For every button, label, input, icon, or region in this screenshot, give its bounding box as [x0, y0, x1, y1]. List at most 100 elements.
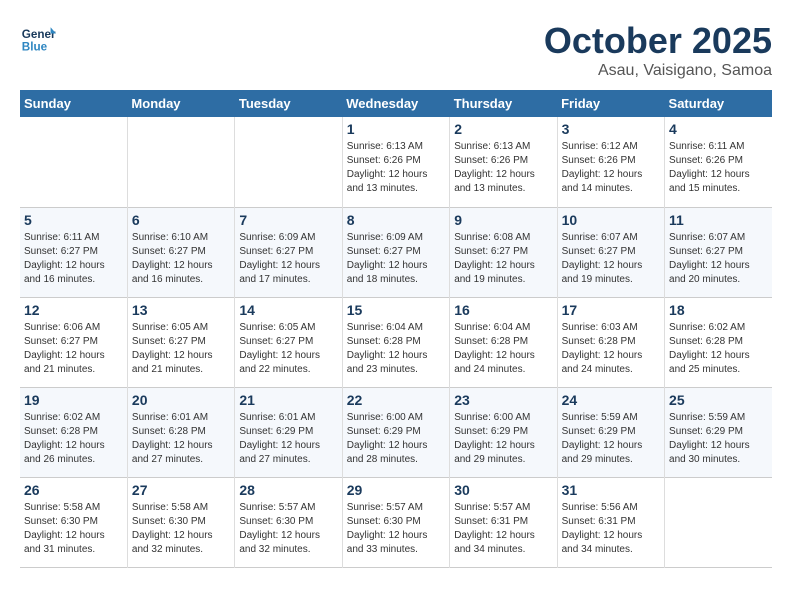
day-info: Sunrise: 6:11 AM Sunset: 6:26 PM Dayligh…	[669, 140, 768, 196]
day-cell: 10 Sunrise: 6:07 AM Sunset: 6:27 PM Dayli…	[557, 207, 664, 297]
day-info: Sunrise: 6:12 AM Sunset: 6:26 PM Dayligh…	[562, 140, 660, 196]
weekday-header-tuesday: Tuesday	[235, 90, 342, 117]
day-info: Sunrise: 6:09 AM Sunset: 6:27 PM Dayligh…	[347, 231, 445, 287]
day-number: 24	[562, 392, 660, 408]
day-info: Sunrise: 6:05 AM Sunset: 6:27 PM Dayligh…	[132, 321, 230, 377]
week-row-1: 1 Sunrise: 6:13 AM Sunset: 6:26 PM Daylig…	[20, 117, 772, 207]
day-cell: 1 Sunrise: 6:13 AM Sunset: 6:26 PM Daylig…	[342, 117, 449, 207]
day-cell: 22 Sunrise: 6:00 AM Sunset: 6:29 PM Dayli…	[342, 387, 449, 477]
day-info: Sunrise: 6:04 AM Sunset: 6:28 PM Dayligh…	[347, 321, 445, 377]
day-info: Sunrise: 6:07 AM Sunset: 6:27 PM Dayligh…	[669, 231, 768, 287]
day-cell: 13 Sunrise: 6:05 AM Sunset: 6:27 PM Dayli…	[127, 297, 234, 387]
day-number: 14	[239, 302, 337, 318]
day-number: 30	[454, 482, 552, 498]
day-cell	[235, 117, 342, 207]
weekday-header-friday: Friday	[557, 90, 664, 117]
day-cell: 23 Sunrise: 6:00 AM Sunset: 6:29 PM Dayli…	[450, 387, 557, 477]
day-cell: 6 Sunrise: 6:10 AM Sunset: 6:27 PM Daylig…	[127, 207, 234, 297]
day-number: 18	[669, 302, 768, 318]
month-title: October 2025	[544, 20, 772, 62]
day-info: Sunrise: 6:10 AM Sunset: 6:27 PM Dayligh…	[132, 231, 230, 287]
day-number: 23	[454, 392, 552, 408]
day-number: 1	[347, 121, 445, 137]
day-cell: 27 Sunrise: 5:58 AM Sunset: 6:30 PM Dayli…	[127, 477, 234, 567]
day-info: Sunrise: 6:00 AM Sunset: 6:29 PM Dayligh…	[454, 411, 552, 467]
day-number: 9	[454, 212, 552, 228]
day-info: Sunrise: 6:13 AM Sunset: 6:26 PM Dayligh…	[454, 140, 552, 196]
day-cell: 29 Sunrise: 5:57 AM Sunset: 6:30 PM Dayli…	[342, 477, 449, 567]
day-cell: 12 Sunrise: 6:06 AM Sunset: 6:27 PM Dayli…	[20, 297, 127, 387]
day-number: 5	[24, 212, 123, 228]
day-info: Sunrise: 6:07 AM Sunset: 6:27 PM Dayligh…	[562, 231, 660, 287]
day-cell	[20, 117, 127, 207]
week-row-5: 26 Sunrise: 5:58 AM Sunset: 6:30 PM Dayli…	[20, 477, 772, 567]
day-info: Sunrise: 5:57 AM Sunset: 6:30 PM Dayligh…	[239, 501, 337, 557]
week-row-4: 19Sunrise: 6:02 AM Sunset: 6:28 PM Dayli…	[20, 387, 772, 477]
day-info: Sunrise: 6:02 AM Sunset: 6:28 PM Dayligh…	[24, 411, 123, 467]
day-cell	[665, 477, 772, 567]
day-info: Sunrise: 6:02 AM Sunset: 6:28 PM Dayligh…	[669, 321, 768, 377]
week-row-3: 12 Sunrise: 6:06 AM Sunset: 6:27 PM Dayli…	[20, 297, 772, 387]
day-info: Sunrise: 6:09 AM Sunset: 6:27 PM Dayligh…	[239, 231, 337, 287]
day-info: Sunrise: 6:01 AM Sunset: 6:29 PM Dayligh…	[239, 411, 337, 467]
day-cell: 24 Sunrise: 5:59 AM Sunset: 6:29 PM Dayli…	[557, 387, 664, 477]
weekday-header-thursday: Thursday	[450, 90, 557, 117]
day-cell: 21Sunrise: 6:01 AM Sunset: 6:29 PM Dayli…	[235, 387, 342, 477]
day-info: Sunrise: 5:58 AM Sunset: 6:30 PM Dayligh…	[132, 501, 230, 557]
day-cell: 8 Sunrise: 6:09 AM Sunset: 6:27 PM Daylig…	[342, 207, 449, 297]
day-info: Sunrise: 6:06 AM Sunset: 6:27 PM Dayligh…	[24, 321, 123, 377]
day-cell: 19Sunrise: 6:02 AM Sunset: 6:28 PM Dayli…	[20, 387, 127, 477]
location: Asau, Vaisigano, Samoa	[544, 62, 772, 80]
day-info: Sunrise: 6:03 AM Sunset: 6:28 PM Dayligh…	[562, 321, 660, 377]
logo: General Blue	[20, 20, 56, 56]
day-cell: 28 Sunrise: 5:57 AM Sunset: 6:30 PM Dayli…	[235, 477, 342, 567]
page-header: General Blue October 2025 Asau, Vaisigan…	[20, 20, 772, 80]
day-cell: 9 Sunrise: 6:08 AM Sunset: 6:27 PM Daylig…	[450, 207, 557, 297]
day-cell: 18 Sunrise: 6:02 AM Sunset: 6:28 PM Dayli…	[665, 297, 772, 387]
week-row-2: 5 Sunrise: 6:11 AM Sunset: 6:27 PM Daylig…	[20, 207, 772, 297]
day-number: 31	[562, 482, 660, 498]
day-cell: 30Sunrise: 5:57 AM Sunset: 6:31 PM Dayli…	[450, 477, 557, 567]
day-info: Sunrise: 5:57 AM Sunset: 6:30 PM Dayligh…	[347, 501, 445, 557]
day-cell: 2 Sunrise: 6:13 AM Sunset: 6:26 PM Daylig…	[450, 117, 557, 207]
weekday-header-wednesday: Wednesday	[342, 90, 449, 117]
day-info: Sunrise: 6:04 AM Sunset: 6:28 PM Dayligh…	[454, 321, 552, 377]
day-number: 16	[454, 302, 552, 318]
day-info: Sunrise: 5:58 AM Sunset: 6:30 PM Dayligh…	[24, 501, 123, 557]
day-cell: 16 Sunrise: 6:04 AM Sunset: 6:28 PM Dayli…	[450, 297, 557, 387]
day-number: 20	[132, 392, 230, 408]
day-info: Sunrise: 6:11 AM Sunset: 6:27 PM Dayligh…	[24, 231, 123, 287]
day-number: 15	[347, 302, 445, 318]
weekday-header-row: SundayMondayTuesdayWednesdayThursdayFrid…	[20, 90, 772, 117]
day-info: Sunrise: 6:01 AM Sunset: 6:28 PM Dayligh…	[132, 411, 230, 467]
day-cell: 15 Sunrise: 6:04 AM Sunset: 6:28 PM Dayli…	[342, 297, 449, 387]
day-number: 26	[24, 482, 123, 498]
weekday-header-sunday: Sunday	[20, 90, 127, 117]
day-info: Sunrise: 5:59 AM Sunset: 6:29 PM Dayligh…	[562, 411, 660, 467]
day-number: 12	[24, 302, 123, 318]
day-number: 10	[562, 212, 660, 228]
day-number: 29	[347, 482, 445, 498]
day-number: 27	[132, 482, 230, 498]
day-number: 25	[669, 392, 768, 408]
day-number: 6	[132, 212, 230, 228]
day-cell	[127, 117, 234, 207]
logo-icon: General Blue	[20, 20, 56, 56]
day-info: Sunrise: 6:08 AM Sunset: 6:27 PM Dayligh…	[454, 231, 552, 287]
day-cell: 17Sunrise: 6:03 AM Sunset: 6:28 PM Dayli…	[557, 297, 664, 387]
day-number: 28	[239, 482, 337, 498]
day-info: Sunrise: 6:05 AM Sunset: 6:27 PM Dayligh…	[239, 321, 337, 377]
day-number: 8	[347, 212, 445, 228]
weekday-header-saturday: Saturday	[665, 90, 772, 117]
day-cell: 20 Sunrise: 6:01 AM Sunset: 6:28 PM Dayli…	[127, 387, 234, 477]
day-cell: 3Sunrise: 6:12 AM Sunset: 6:26 PM Daylig…	[557, 117, 664, 207]
day-info: Sunrise: 6:00 AM Sunset: 6:29 PM Dayligh…	[347, 411, 445, 467]
day-number: 2	[454, 121, 552, 137]
day-info: Sunrise: 5:56 AM Sunset: 6:31 PM Dayligh…	[562, 501, 660, 557]
day-number: 13	[132, 302, 230, 318]
day-cell: 31 Sunrise: 5:56 AM Sunset: 6:31 PM Dayli…	[557, 477, 664, 567]
day-info: Sunrise: 6:13 AM Sunset: 6:26 PM Dayligh…	[347, 140, 445, 196]
day-number: 22	[347, 392, 445, 408]
svg-text:Blue: Blue	[22, 41, 48, 54]
day-info: Sunrise: 5:59 AM Sunset: 6:29 PM Dayligh…	[669, 411, 768, 467]
